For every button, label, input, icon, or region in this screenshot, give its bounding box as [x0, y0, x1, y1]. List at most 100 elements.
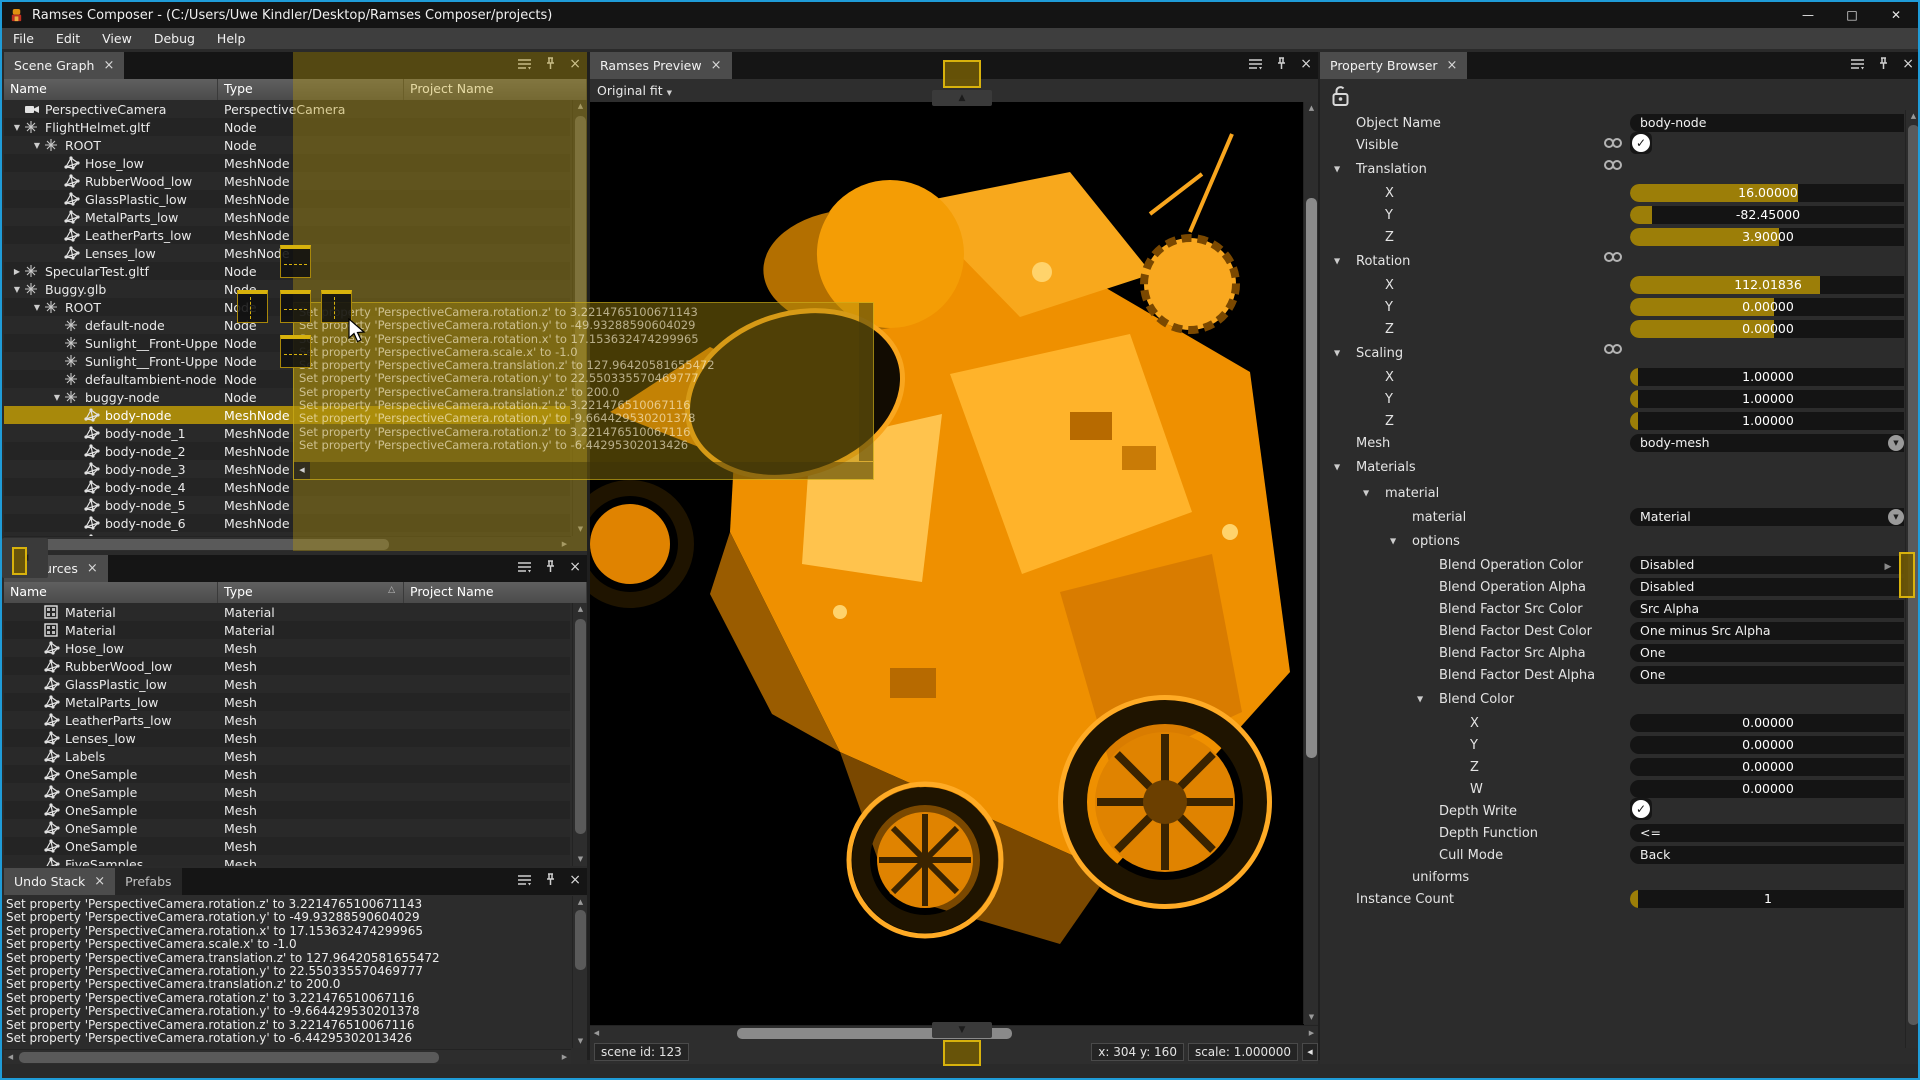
pin-icon[interactable]	[1276, 57, 1287, 70]
panel-close-icon[interactable]: ×	[569, 561, 581, 573]
slider-z[interactable]: 3.90000	[1630, 228, 1904, 246]
menu-file[interactable]: File	[2, 28, 45, 49]
resource-glassplastic-low[interactable]: GlassPlastic_lowMesh	[4, 675, 570, 693]
undo-log-line[interactable]: Set property 'PerspectiveCamera.rotation…	[6, 992, 570, 1005]
field-object-name[interactable]: body-node	[1630, 114, 1904, 132]
field-depth-function[interactable]: <=	[1630, 824, 1904, 842]
undo-log-line[interactable]: Set property 'PerspectiveCamera.translat…	[6, 952, 570, 965]
expander-icon[interactable]: ▼	[1334, 463, 1340, 472]
panel-close-icon[interactable]: ×	[1902, 58, 1914, 70]
menu-help[interactable]: Help	[206, 28, 257, 49]
link-icon[interactable]	[1604, 344, 1624, 354]
resource-material[interactable]: MaterialMaterial	[4, 621, 570, 639]
undo-log-line[interactable]: Set property 'PerspectiveCamera.scale.x'…	[6, 938, 570, 951]
dock-indicator-left[interactable]	[237, 290, 268, 323]
resource-fivesamples[interactable]: FiveSamplesMesh	[4, 855, 570, 866]
minimize-button[interactable]: —	[1786, 2, 1830, 28]
field-blend-factor-dest-alpha[interactable]: One	[1630, 666, 1904, 684]
slider-x[interactable]: 0.00000	[1630, 714, 1904, 732]
slider-y[interactable]: 1.00000	[1630, 390, 1904, 408]
expander-icon[interactable]: ▶	[10, 267, 24, 276]
resources-vscrollbar[interactable]: ▲ ▼	[572, 603, 587, 866]
slider-instance count[interactable]: 1	[1630, 890, 1904, 908]
undo-hscrollbar[interactable]: ◀ ▶	[4, 1049, 571, 1064]
expander-icon[interactable]: ▼	[30, 141, 44, 150]
dock-indicator-center[interactable]	[280, 290, 311, 323]
expander-icon[interactable]: ▼	[50, 393, 64, 402]
dock-edge-indicator-right[interactable]	[1899, 552, 1915, 598]
resource-onesample[interactable]: OneSampleMesh	[4, 783, 570, 801]
resource-material[interactable]: MaterialMaterial	[4, 603, 570, 621]
undo-log-line[interactable]: Set property 'PerspectiveCamera.rotation…	[6, 1005, 570, 1018]
status-scroll-left-icon[interactable]: ◀	[1302, 1043, 1318, 1061]
tab-undo-stack[interactable]: Undo Stack ×	[4, 868, 115, 895]
dock-indicator-top[interactable]	[280, 245, 311, 278]
dock-edge-indicator-left[interactable]	[12, 547, 27, 575]
column-name[interactable]: Name	[4, 582, 218, 603]
resource-lenses-low[interactable]: Lenses_lowMesh	[4, 729, 570, 747]
field-cull-mode[interactable]: Back	[1630, 846, 1904, 864]
resource-onesample[interactable]: OneSampleMesh	[4, 765, 570, 783]
slider-y[interactable]: 0.00000	[1630, 736, 1904, 754]
field-blend-factor-src-alpha[interactable]: One	[1630, 644, 1904, 662]
checkbox-visible[interactable]: ✓	[1630, 132, 1652, 154]
expander-icon[interactable]: ▼	[1334, 165, 1340, 174]
resource-onesample[interactable]: OneSampleMesh	[4, 819, 570, 837]
slider-x[interactable]: 112.01836	[1630, 276, 1904, 294]
slider-z[interactable]: 1.00000	[1630, 412, 1904, 430]
dock-indicator-bottom[interactable]	[280, 335, 311, 368]
resource-onesample[interactable]: OneSampleMesh	[4, 801, 570, 819]
tab-close-icon[interactable]: ×	[87, 561, 98, 576]
resources-header[interactable]: Name Type △ Project Name	[4, 582, 587, 603]
dropdown-mesh[interactable]: body-mesh▼	[1630, 434, 1904, 452]
expander-icon[interactable]: ▼	[30, 303, 44, 312]
field-blend-factor-dest-color[interactable]: One minus Src Alpha	[1630, 622, 1904, 640]
slider-x[interactable]: 16.00000	[1630, 184, 1904, 202]
undo-log-line[interactable]: Set property 'PerspectiveCamera.rotation…	[6, 898, 570, 911]
slider-z[interactable]: 0.00000	[1630, 758, 1904, 776]
close-button[interactable]: ✕	[1874, 2, 1918, 28]
dropdown-arrow-icon[interactable]: ▼	[1888, 435, 1904, 451]
undo-vscrollbar[interactable]: ▲ ▼	[572, 896, 587, 1048]
panel-menu-icon[interactable]	[1248, 58, 1263, 70]
dropdown-material[interactable]: Material▼	[1630, 508, 1904, 526]
link-icon[interactable]	[1604, 252, 1624, 262]
resource-rubberwood-low[interactable]: RubberWood_lowMesh	[4, 657, 570, 675]
resource-leatherparts-low[interactable]: LeatherParts_lowMesh	[4, 711, 570, 729]
undo-log-line[interactable]: Set property 'PerspectiveCamera.rotation…	[6, 1019, 570, 1032]
tab-scene-graph[interactable]: Scene Graph ×	[4, 52, 124, 79]
dock-edge-indicator-top[interactable]	[943, 60, 981, 88]
maximize-button[interactable]: □	[1830, 2, 1874, 28]
checkbox-depth-write[interactable]: ✓	[1630, 798, 1652, 820]
expander-icon[interactable]: ▼	[1363, 489, 1369, 498]
slider-z[interactable]: 0.00000	[1630, 320, 1904, 338]
tab-close-icon[interactable]: ×	[94, 874, 105, 889]
field-blend-factor-src-color[interactable]: Src Alpha	[1630, 600, 1904, 618]
field-blend-operation-color[interactable]: Disabled	[1630, 556, 1904, 574]
pin-icon[interactable]	[545, 873, 556, 886]
panel-close-icon[interactable]: ×	[569, 874, 581, 886]
expander-icon[interactable]: ▼	[1334, 257, 1340, 266]
preview-vscrollbar[interactable]: ▲ ▼	[1303, 102, 1318, 1024]
undo-log-line[interactable]: Set property 'PerspectiveCamera.rotation…	[6, 925, 570, 938]
pin-icon[interactable]	[1878, 57, 1889, 70]
resource-onesample[interactable]: OneSampleMesh	[4, 837, 570, 855]
tab-property-browser[interactable]: Property Browser ×	[1320, 52, 1467, 79]
undo-log-line[interactable]: Set property 'PerspectiveCamera.translat…	[6, 978, 570, 991]
sort-indicator-icon[interactable]: △	[388, 585, 395, 595]
undo-log-line[interactable]: Set property 'PerspectiveCamera.rotation…	[6, 911, 570, 924]
dropdown-arrow-icon[interactable]: ▼	[1888, 509, 1904, 525]
undo-log[interactable]: Set property 'PerspectiveCamera.rotation…	[6, 898, 570, 1048]
menu-debug[interactable]: Debug	[143, 28, 206, 49]
column-type[interactable]: Type △	[218, 582, 404, 603]
resource-metalparts-low[interactable]: MetalParts_lowMesh	[4, 693, 570, 711]
panel-close-icon[interactable]: ×	[1300, 58, 1312, 70]
resource-hose-low[interactable]: Hose_lowMesh	[4, 639, 570, 657]
undo-log-line[interactable]: Set property 'PerspectiveCamera.rotation…	[6, 965, 570, 978]
field-blend-operation-alpha[interactable]: Disabled	[1630, 578, 1904, 596]
preview-viewport[interactable]	[590, 102, 1304, 1064]
panel-menu-icon[interactable]	[517, 874, 532, 886]
undo-log-line[interactable]: Set property 'PerspectiveCamera.rotation…	[6, 1032, 570, 1045]
expander-icon[interactable]: ▼	[10, 123, 24, 132]
tab-close-icon[interactable]: ×	[103, 58, 114, 73]
